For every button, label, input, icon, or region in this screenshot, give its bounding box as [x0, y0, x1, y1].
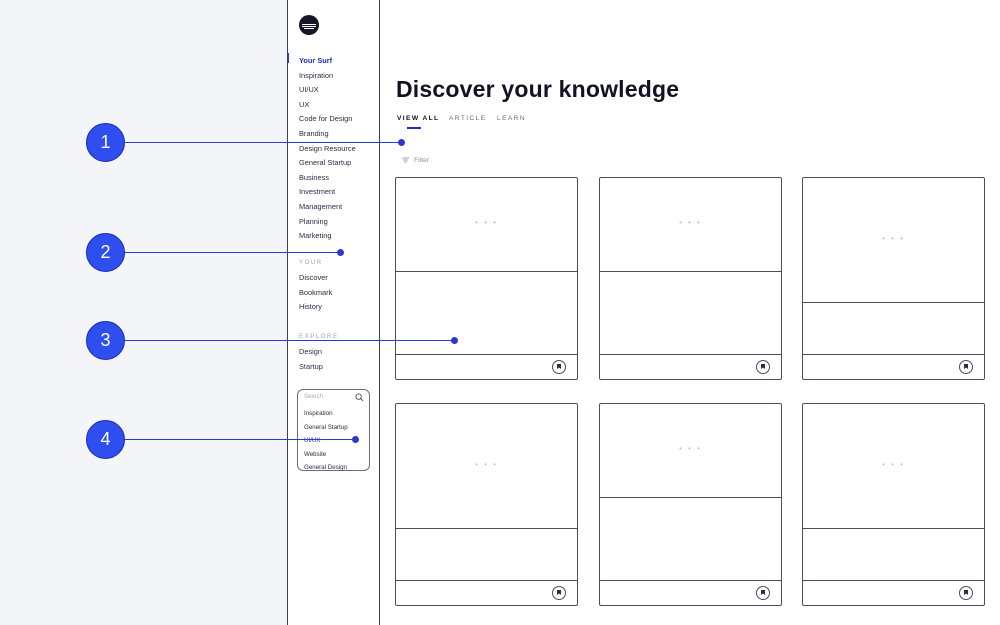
bookmark-icon[interactable] [756, 360, 770, 374]
callout-badge-2: 2 [86, 233, 125, 272]
content-card[interactable]: • • • [395, 177, 578, 380]
search-result-item[interactable]: Inspiration [304, 407, 348, 421]
sidebar-item-code-for-design[interactable]: Code for Design [299, 112, 356, 127]
image-placeholder: • • • [882, 234, 905, 243]
sidebar-nav: Your Surf Inspiration UI/UX UX Code for … [299, 54, 356, 244]
filter-label: Filter [414, 157, 430, 164]
card-divider [396, 528, 577, 529]
search-result-item-highlighted[interactable]: UI/UX [304, 434, 348, 448]
sidebar-item-inspiration[interactable]: Inspiration [299, 69, 356, 84]
callout-badge-4: 4 [86, 420, 125, 459]
sidebar-item-discover[interactable]: Discover [299, 271, 332, 286]
card-divider [396, 580, 577, 581]
content-card[interactable]: • • • [802, 177, 985, 380]
callout-line-3 [125, 340, 455, 341]
bookmark-icon[interactable] [756, 586, 770, 600]
sidebar-item-bookmark[interactable]: Bookmark [299, 286, 332, 301]
callout-dot-3 [451, 337, 458, 344]
sidebar-item-your-surf[interactable]: Your Surf [299, 54, 356, 69]
bookmark-icon[interactable] [552, 586, 566, 600]
image-placeholder: • • • [679, 444, 702, 453]
wave-logo-icon[interactable] [299, 15, 319, 35]
tab-active-underline [407, 127, 421, 129]
sidebar: Your Surf Inspiration UI/UX UX Code for … [287, 0, 380, 625]
card-divider [600, 580, 781, 581]
sidebar-item-general-startup[interactable]: General Startup [299, 156, 356, 171]
callout-badge-1: 1 [86, 123, 125, 162]
image-placeholder: • • • [475, 218, 498, 227]
search-result-item[interactable]: General Design [304, 461, 348, 475]
sidebar-item-history[interactable]: History [299, 300, 332, 315]
card-divider [600, 354, 781, 355]
page-title: Discover your knowledge [396, 76, 680, 102]
callout-line-2 [125, 252, 341, 253]
sidebar-item-design-resource[interactable]: Design Resource [299, 142, 356, 157]
card-divider [803, 580, 984, 581]
explore-list: Design Startup [299, 345, 323, 374]
content-card[interactable]: • • • [599, 403, 782, 606]
search-results: Inspiration General Startup UI/UX Websit… [304, 407, 348, 475]
your-list: Discover Bookmark History [299, 271, 332, 315]
image-placeholder: • • • [475, 460, 498, 469]
callout-badge-3: 3 [86, 321, 125, 360]
card-divider [803, 354, 984, 355]
sidebar-item-ui-ux[interactable]: UI/UX [299, 83, 356, 98]
bookmark-icon[interactable] [959, 586, 973, 600]
active-nav-indicator [287, 53, 289, 63]
card-divider [803, 302, 984, 303]
sidebar-item-branding[interactable]: Branding [299, 127, 356, 142]
sidebar-item-investment[interactable]: Investment [299, 185, 356, 200]
callout-line-1 [125, 142, 402, 143]
filter-icon [402, 157, 409, 163]
sidebar-item-business[interactable]: Business [299, 171, 356, 186]
tab-view-all[interactable]: VIEW ALL [397, 115, 439, 122]
content-card[interactable]: • • • [395, 403, 578, 606]
search-dropdown: Search Inspiration General Startup UI/UX… [297, 389, 370, 471]
sidebar-item-marketing[interactable]: Marketing [299, 229, 356, 244]
search-icon[interactable] [355, 393, 364, 402]
callout-dot-4 [352, 436, 359, 443]
card-divider [396, 354, 577, 355]
content-card[interactable]: • • • [802, 403, 985, 606]
sidebar-item-planning[interactable]: Planning [299, 215, 356, 230]
card-divider [600, 497, 781, 498]
bookmark-icon[interactable] [959, 360, 973, 374]
sidebar-item-startup[interactable]: Startup [299, 360, 323, 375]
sidebar-item-design[interactable]: Design [299, 345, 323, 360]
annotation-area [0, 0, 287, 625]
search-input[interactable]: Search [304, 394, 323, 400]
card-divider [803, 528, 984, 529]
callout-line-4 [125, 439, 356, 440]
sidebar-item-management[interactable]: Management [299, 200, 356, 215]
bookmark-icon[interactable] [552, 360, 566, 374]
image-placeholder: • • • [882, 460, 905, 469]
callout-dot-2 [337, 249, 344, 256]
image-placeholder: • • • [679, 218, 702, 227]
section-label-your: YOUR [299, 260, 323, 266]
search-result-item[interactable]: Website [304, 448, 348, 462]
tab-learn[interactable]: LEARN [497, 115, 526, 122]
content-card[interactable]: • • • [599, 177, 782, 380]
sidebar-item-ux[interactable]: UX [299, 98, 356, 113]
card-divider [600, 271, 781, 272]
filter-button[interactable]: Filter [402, 157, 429, 164]
search-result-item[interactable]: General Startup [304, 421, 348, 435]
card-divider [396, 271, 577, 272]
tab-article[interactable]: ARTICLE [449, 115, 487, 122]
callout-dot-1 [398, 139, 405, 146]
